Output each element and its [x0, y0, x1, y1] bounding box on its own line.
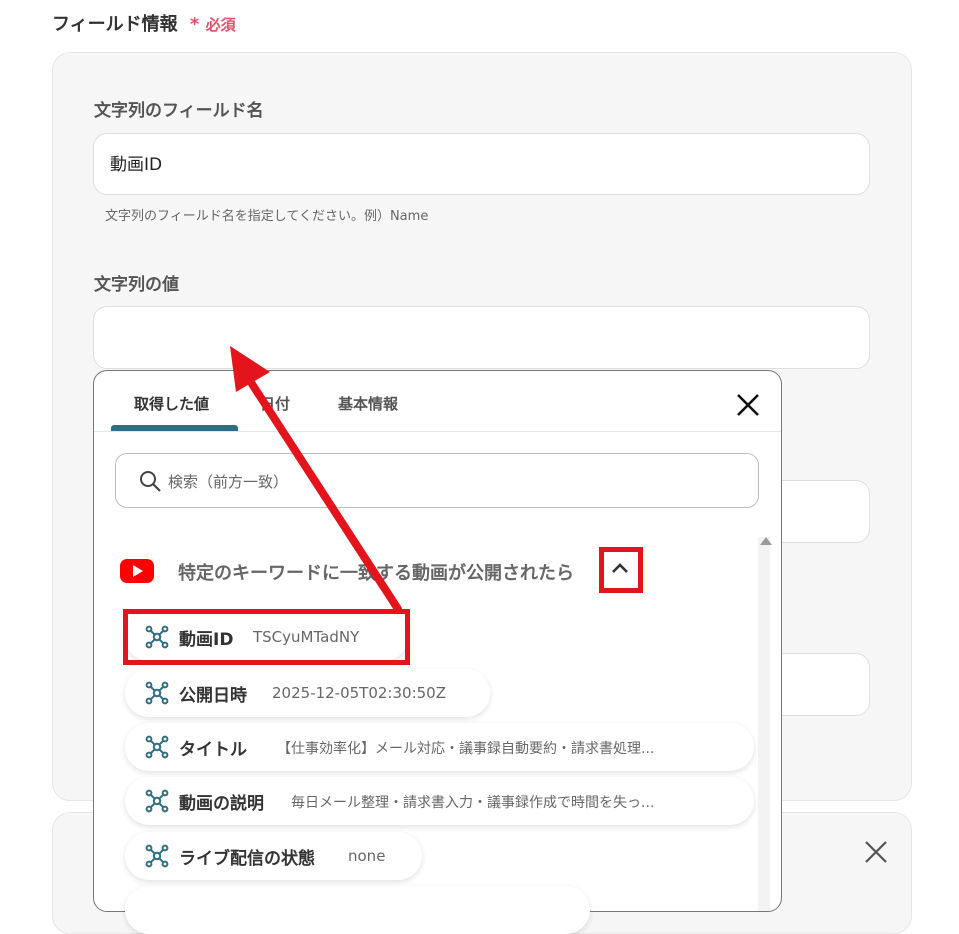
node-icon	[145, 844, 169, 868]
item-name: 動画の説明	[179, 794, 264, 814]
youtube-icon	[120, 559, 154, 583]
field-name-input[interactable]: 動画ID	[93, 133, 870, 195]
highlight-box-collapse	[599, 547, 643, 593]
highlight-box-video-id	[123, 609, 410, 665]
list-item-description[interactable]: 動画の説明 毎日メール整理・請求書入力・議事録作成で時間を失っ...	[125, 777, 754, 825]
search-placeholder: 検索（前方一致）	[168, 473, 289, 491]
item-value: 【仕事効率化】メール対応・議事録自動要約・請求書処理...	[277, 741, 655, 757]
field-value-input[interactable]	[93, 306, 870, 369]
section-title-text: フィールド情報	[52, 14, 178, 35]
required-label: 必須	[205, 16, 236, 34]
item-name: 公開日時	[179, 686, 247, 706]
field-name-label: 文字列のフィールド名	[94, 101, 264, 121]
close-icon[interactable]	[862, 838, 890, 866]
tab-bar: 取得した値 日付 基本情報	[94, 371, 781, 432]
item-value: 毎日メール整理・請求書入力・議事録作成で時間を失っ...	[291, 795, 655, 811]
node-icon	[145, 789, 169, 813]
item-name: ライブ配信の状態	[179, 849, 315, 869]
tab-date[interactable]: 日付	[260, 393, 290, 414]
search-input[interactable]: 検索（前方一致）	[115, 453, 759, 508]
search-icon	[140, 471, 161, 492]
field-value-label: 文字列の値	[94, 275, 179, 295]
section-title: フィールド情報 * 必須	[52, 10, 236, 36]
list-item-published-at[interactable]: 公開日時 2025-12-05T02:30:50Z	[125, 669, 490, 717]
field-name-hint: 文字列のフィールド名を指定してください。例）Name	[105, 209, 429, 224]
list-item-title[interactable]: タイトル 【仕事効率化】メール対応・議事録自動要約・請求書処理...	[125, 723, 754, 771]
tab-retrieved-values[interactable]: 取得した値	[134, 393, 209, 414]
source-title: 特定のキーワードに一致する動画が公開されたら	[178, 563, 574, 584]
required-star: *	[189, 14, 200, 35]
field-name-input-value: 動画ID	[110, 155, 163, 175]
node-icon	[145, 681, 169, 705]
active-tab-indicator	[111, 425, 238, 431]
node-icon	[145, 735, 169, 759]
scrollbar[interactable]	[758, 537, 770, 911]
list-item-partial[interactable]	[125, 886, 590, 934]
item-value: none	[348, 847, 386, 865]
list-item-live-status[interactable]: ライブ配信の状態 none	[125, 832, 422, 880]
scroll-up-icon[interactable]	[760, 537, 772, 545]
item-value: 2025-12-05T02:30:50Z	[272, 684, 446, 702]
item-name: タイトル	[179, 740, 247, 760]
tab-basic-info[interactable]: 基本情報	[338, 393, 398, 414]
close-icon[interactable]	[734, 391, 762, 419]
